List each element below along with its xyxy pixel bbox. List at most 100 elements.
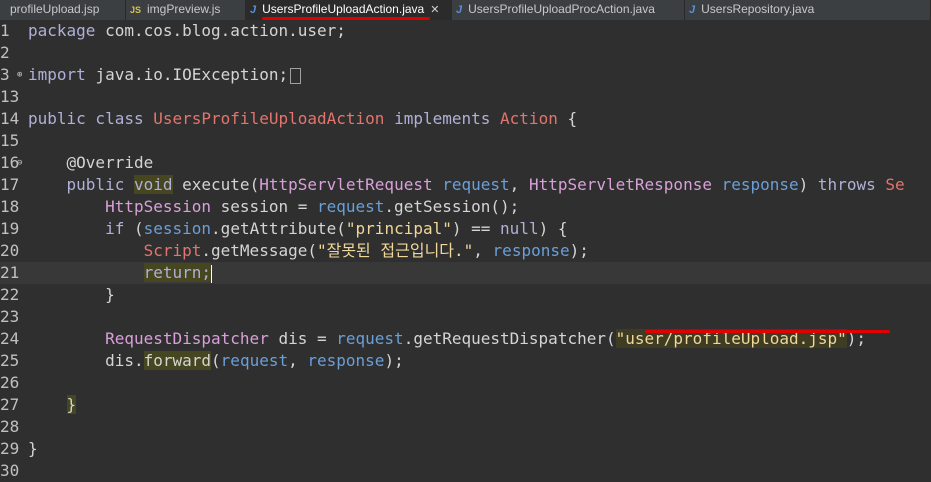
- tab-label: UsersRepository.java: [701, 2, 815, 16]
- code-line[interactable]: 1 package com.cos.blog.action.user;: [0, 20, 931, 42]
- code-token: HttpSession: [105, 197, 221, 216]
- code-token: ,: [473, 241, 493, 260]
- editor-tab-bar: profileUpload.jsp JS imgPreview.js J UsersPr…: [0, 0, 931, 21]
- code-text: return;: [28, 262, 213, 284]
- line-number: 1: [0, 21, 10, 40]
- code-line[interactable]: 30: [0, 460, 931, 482]
- code-token: );: [384, 351, 404, 370]
- code-text: }: [28, 394, 77, 416]
- code-line[interactable]: 26: [0, 372, 931, 394]
- code-token: ,: [288, 351, 308, 370]
- code-line[interactable]: 21 return;: [0, 262, 931, 284]
- code-line[interactable]: 19 if (session.getAttribute("principal")…: [0, 218, 931, 240]
- code-text: HttpSession session = request.getSession…: [28, 196, 519, 218]
- line-number: 17: [0, 175, 20, 194]
- code-line[interactable]: 28: [0, 416, 931, 438]
- code-token: }: [28, 439, 38, 458]
- text-cursor: [211, 264, 213, 283]
- code-token: session =: [220, 197, 317, 216]
- code-text: public class UsersProfileUploadAction im…: [28, 108, 577, 130]
- code-token: HttpServletResponse: [528, 175, 722, 194]
- line-number: 28: [0, 417, 20, 436]
- code-token: {: [557, 109, 578, 128]
- code-line[interactable]: 22 }: [0, 284, 931, 306]
- code-token: void: [133, 175, 173, 194]
- code-line[interactable]: 16 ⊖ @Override: [0, 152, 931, 174]
- line-number: 29: [0, 439, 20, 458]
- tab-label: UsersProfileUploadAction.java: [262, 2, 425, 16]
- line-number: 2: [0, 43, 10, 62]
- code-token: );: [569, 241, 589, 260]
- tab-imgpreview-js[interactable]: JS imgPreview.js: [126, 0, 246, 20]
- line-number: 15: [0, 131, 20, 150]
- code-token: @Override: [66, 153, 154, 172]
- line-number: 27: [0, 395, 20, 414]
- code-line[interactable]: 29}: [0, 438, 931, 460]
- code-text: Script.getMessage("잘못된 접근입니다.", response…: [28, 240, 589, 262]
- code-text: package com.cos.blog.action.user;: [28, 20, 346, 42]
- code-line[interactable]: 18 HttpSession session = request.getSess…: [0, 196, 931, 218]
- line-number: 26: [0, 373, 20, 392]
- code-line[interactable]: 14 public class UsersProfileUploadAction …: [0, 108, 931, 130]
- code-line[interactable]: 25 dis.forward(request, response);: [0, 350, 931, 372]
- code-token: UsersProfileUploadAction: [153, 109, 395, 128]
- code-token: }: [66, 395, 77, 414]
- line-number: 3: [0, 65, 10, 84]
- code-token: response: [721, 175, 799, 194]
- tab-usersprofileuploadprocaction-java[interactable]: J UsersProfileUploadProcAction.java: [452, 0, 685, 20]
- code-text: import java.io.IOException;: [28, 64, 302, 86]
- code-token: dis =: [278, 329, 337, 348]
- code-line[interactable]: 2: [0, 42, 931, 64]
- code-token: execute(: [172, 175, 260, 194]
- tab-profileupload-jsp[interactable]: profileUpload.jsp: [0, 0, 126, 20]
- code-text: public void execute(HttpServletRequest r…: [28, 174, 905, 196]
- code-token: response: [307, 351, 385, 370]
- code-line[interactable]: 13: [0, 86, 931, 108]
- tab-label: UsersProfileUploadProcAction.java: [468, 2, 655, 16]
- code-line[interactable]: 23: [0, 306, 931, 328]
- code-token: return;: [143, 263, 212, 282]
- string-annotation-underline: [645, 330, 890, 333]
- code-token: request: [316, 197, 385, 216]
- java-file-icon: J: [250, 4, 257, 16]
- code-line[interactable]: 3 ⊕ import java.io.IOException;: [0, 64, 931, 86]
- js-file-icon: JS: [130, 5, 142, 15]
- code-token: throws: [817, 175, 886, 194]
- close-tab-icon[interactable]: ✕: [430, 4, 439, 16]
- code-token: RequestDispatcher: [105, 329, 279, 348]
- code-token: Action: [500, 109, 558, 128]
- code-token: forward: [143, 351, 212, 370]
- code-token: ,: [509, 175, 529, 194]
- code-token: implements: [394, 109, 501, 128]
- code-token: com.cos.blog.action.user;: [105, 21, 346, 40]
- collapsed-imports-marker[interactable]: [290, 67, 302, 84]
- code-editor[interactable]: 1 package com.cos.blog.action.user; 2 3 ⊕ imp…: [0, 20, 931, 480]
- code-line[interactable]: 27 }: [0, 394, 931, 416]
- code-text: }: [28, 438, 38, 460]
- line-number: 20: [0, 241, 20, 260]
- code-line[interactable]: 15: [0, 130, 931, 152]
- code-token: (: [133, 219, 144, 238]
- code-token: java.io.IOException;: [95, 65, 289, 84]
- code-token: request: [442, 175, 510, 194]
- collapse-fold-icon[interactable]: ⊖: [17, 152, 22, 174]
- code-token: request: [336, 329, 404, 348]
- code-line[interactable]: 20 Script.getMessage("잘못된 접근입니다.", respo…: [0, 240, 931, 262]
- code-line[interactable]: 17 public void execute(HttpServletReques…: [0, 174, 931, 196]
- code-token: public class: [28, 109, 154, 128]
- tab-usersrepository-java[interactable]: J UsersRepository.java: [685, 0, 931, 20]
- line-number: 25: [0, 351, 20, 370]
- code-token: public: [66, 175, 134, 194]
- line-number: 16: [0, 153, 20, 172]
- code-text: }: [28, 284, 115, 306]
- expand-fold-icon[interactable]: ⊕: [17, 64, 22, 86]
- code-token: ) {: [538, 219, 568, 238]
- code-token: .getAttribute(: [211, 219, 346, 238]
- code-token: null: [500, 219, 539, 238]
- code-token: request: [220, 351, 289, 370]
- code-token: Script: [143, 241, 202, 260]
- code-token: if: [105, 219, 134, 238]
